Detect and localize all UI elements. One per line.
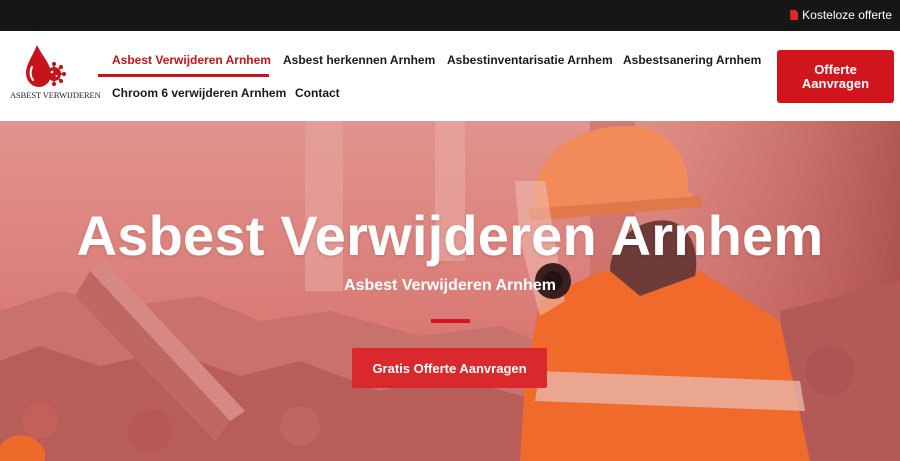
logo-subline [10,102,82,106]
hero-title: Asbest Verwijderen Arnhem [76,204,824,267]
hero-subtitle: Asbest Verwijderen Arnhem [344,277,556,294]
request-quote-button[interactable]: Offerte Aanvragen [777,50,894,103]
virus-drop-icon [26,45,67,87]
site-header: ASBEST VERWIJDEREN Asbest Verwijderen Ar… [0,31,900,121]
nav-chroom6[interactable]: Chroom 6 verwijderen Arnhem [112,86,286,100]
nav-asbest-verwijderen[interactable]: Asbest Verwijderen Arnhem [112,53,271,67]
hero-divider [431,319,470,323]
nav-asbest-herkennen[interactable]: Asbest herkennen Arnhem [283,53,435,67]
nav-asbestsanering[interactable]: Asbestsanering Arnhem [623,53,761,67]
free-quote-link[interactable]: Kosteloze offerte [790,8,892,22]
hero-section: Asbest Verwijderen Arnhem Asbest Verwijd… [0,121,900,461]
logo-text: ASBEST VERWIJDEREN [10,90,101,100]
site-logo[interactable]: ASBEST VERWIJDEREN [10,43,101,115]
nav-asbestinventarisatie[interactable]: Asbestinventarisatie Arnhem [447,53,613,67]
top-bar: Kosteloze offerte [0,0,900,31]
document-icon [790,10,799,20]
free-quote-label: Kosteloze offerte [802,8,892,22]
nav-contact[interactable]: Contact [295,86,340,100]
free-quote-button[interactable]: Gratis Offerte Aanvragen [352,348,547,388]
nav-active-underline [98,74,269,77]
